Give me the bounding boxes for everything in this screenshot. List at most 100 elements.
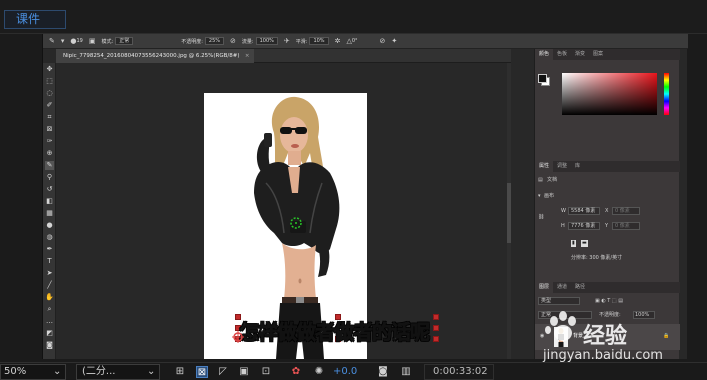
close-icon[interactable]: ×	[245, 49, 250, 63]
grid-icon[interactable]: ⊞	[174, 366, 186, 378]
opacity-field[interactable]: 25%	[204, 37, 225, 45]
mask-icon[interactable]: ◸	[217, 366, 229, 378]
project-tab[interactable]: 课件	[4, 10, 66, 29]
dodge-tool-icon[interactable]: ◍	[45, 233, 54, 242]
tab-adjustments[interactable]: 调整	[553, 161, 571, 172]
frame-tool-icon[interactable]: ⊠	[45, 125, 54, 134]
guide-icon[interactable]: ⊡	[260, 366, 272, 378]
camera-icon[interactable]: ◙	[377, 366, 389, 378]
link-icon[interactable]: ⛓	[538, 214, 544, 221]
tab-properties[interactable]: 属性	[535, 161, 554, 172]
lasso-tool-icon[interactable]: ◌	[45, 89, 54, 98]
chevron-down-icon[interactable]: ▾	[538, 193, 541, 200]
tab-channels[interactable]: 通道	[553, 282, 571, 293]
resolution-value: (二分...	[82, 366, 116, 377]
line-tool-icon[interactable]: ╱	[45, 281, 54, 290]
document-tab-title: Nipic_7798254_20160804073556243000.jpg @…	[63, 53, 240, 59]
path-select-tool-icon[interactable]: ➤	[45, 269, 54, 278]
resolution-select[interactable]: (二分... ⌄	[76, 364, 160, 380]
pressure-opacity-icon[interactable]: ⊘	[230, 37, 236, 45]
anchor-point-icon[interactable]	[232, 331, 244, 343]
healing-tool-icon[interactable]: ⊕	[45, 149, 54, 158]
show-snapshot-icon[interactable]: ▥	[400, 366, 412, 378]
resize-handle[interactable]	[433, 325, 439, 331]
watermark-url: jingyan.baidu.com	[543, 348, 663, 363]
quick-select-tool-icon[interactable]: ✐	[45, 101, 54, 110]
brush-preset-picker[interactable]: ● 19	[70, 37, 82, 45]
tab-color[interactable]: 颜色	[535, 49, 554, 60]
document-tab[interactable]: Nipic_7798254_20160804073556243000.jpg @…	[56, 49, 254, 63]
zoom-select[interactable]: 50% ⌄	[0, 364, 66, 380]
eraser-tool-icon[interactable]: ◧	[45, 197, 54, 206]
tab-swatches[interactable]: 色板	[553, 49, 571, 60]
more-tools-icon[interactable]: …	[45, 317, 54, 326]
flow-field[interactable]: 100%	[255, 37, 278, 45]
brush-tool-icon[interactable]: ✎	[49, 37, 55, 45]
mode-label: 模式:	[101, 38, 114, 45]
tab-layers[interactable]: 图层	[535, 282, 554, 293]
hand-tool-icon[interactable]: ✋	[45, 293, 54, 302]
width-field[interactable]: 5584 像素	[568, 207, 600, 215]
transparency-icon[interactable]: ▣	[238, 366, 250, 378]
resize-handle[interactable]	[433, 336, 439, 342]
smoothing-field[interactable]: 10%	[309, 37, 329, 45]
monitor-bottom-bar: 50% ⌄ (二分... ⌄ ⊞ ⊠ ◸ ▣ ⊡ ✿ ✺ +0.0 ◙ ▥ 0:…	[0, 362, 707, 380]
color-channel-icon[interactable]: ✿	[290, 366, 302, 378]
subtitle-text[interactable]: 怎样做做者做者的话呢	[239, 316, 431, 345]
portrait-orientation-icon[interactable]: ▮	[571, 240, 576, 247]
brush-settings-icon[interactable]: ▣	[89, 37, 96, 45]
properties-panel-tabs: 属性 调整 库	[535, 161, 680, 172]
smoothing-settings-icon[interactable]: ✲	[335, 37, 341, 45]
opacity-label: 不透明度:	[181, 38, 203, 45]
eyedropper-tool-icon[interactable]: ✑	[45, 137, 54, 146]
tab-paths[interactable]: 路径	[571, 282, 589, 293]
timecode: 0:00:33:02	[433, 366, 488, 377]
canvas-vertical-scrollbar[interactable]	[507, 63, 511, 359]
landscape-orientation-icon[interactable]: ▬	[581, 240, 588, 247]
gradient-tool-icon[interactable]: ▦	[45, 209, 54, 218]
x-field[interactable]: 0 像素	[612, 207, 640, 215]
baidu-paw-logo-icon	[545, 311, 576, 341]
flow-label: 流量:	[241, 38, 254, 45]
pen-tool-icon[interactable]: ✒	[45, 245, 54, 254]
brush-cursor-icon	[290, 217, 302, 229]
clone-stamp-tool-icon[interactable]: ⚲	[45, 173, 54, 182]
resize-handle[interactable]	[433, 314, 439, 320]
flow-control: 流量: 100%	[242, 37, 278, 45]
foreground-color-swatch[interactable]	[538, 74, 547, 83]
region-icon[interactable]: ⊠	[196, 366, 208, 378]
x-placeholder: 0 像素	[615, 208, 630, 214]
smoothing-label: 平滑:	[295, 38, 308, 45]
crop-tool-icon[interactable]: ⌗	[45, 113, 54, 122]
type-tool-icon[interactable]: T	[45, 257, 54, 266]
subtitle-overlay[interactable]: 怎样做做者做者的话呢	[232, 314, 446, 345]
airbrush-icon[interactable]: ✈	[284, 37, 290, 45]
hue-slider[interactable]	[664, 73, 669, 115]
quick-mask-icon[interactable]: ◙	[45, 341, 54, 350]
angle-value[interactable]: 0°	[352, 38, 358, 44]
move-tool-icon[interactable]: ✥	[45, 65, 54, 74]
height-field[interactable]: 7776 像素	[568, 222, 600, 230]
chevron-down-icon[interactable]: ▾	[61, 37, 65, 45]
blur-tool-icon[interactable]: ●	[45, 221, 54, 230]
baidu-jingyan-watermark: 经验 jingyan.baidu.com	[543, 300, 683, 370]
tab-gradients[interactable]: 渐变	[571, 49, 589, 60]
width-value: 5584 像素	[571, 208, 596, 214]
symmetry-icon[interactable]: ✦	[391, 37, 397, 45]
pressure-size-icon[interactable]: ⊘	[380, 37, 386, 45]
exposure-reset-icon[interactable]: ✺	[313, 366, 325, 378]
layers-panel-tabs: 图层 通道 路径	[535, 282, 680, 293]
mode-select[interactable]: 正常	[115, 37, 134, 45]
angle-control: △ 0°	[346, 37, 358, 45]
y-field[interactable]: 0 像素	[612, 222, 640, 230]
brush-tool-icon[interactable]: ✎	[45, 161, 54, 170]
exposure-value[interactable]: +0.0	[333, 365, 357, 379]
color-field[interactable]	[562, 73, 657, 115]
zoom-tool-icon[interactable]: ⌕	[45, 305, 54, 314]
marquee-tool-icon[interactable]: ⬚	[45, 77, 54, 86]
history-brush-tool-icon[interactable]: ↺	[45, 185, 54, 194]
scrollbar-thumb[interactable]	[507, 183, 511, 243]
tab-patterns[interactable]: 图案	[589, 49, 607, 60]
tab-libraries[interactable]: 库	[571, 161, 584, 172]
color-swatches-icon[interactable]: ◩	[45, 329, 54, 338]
